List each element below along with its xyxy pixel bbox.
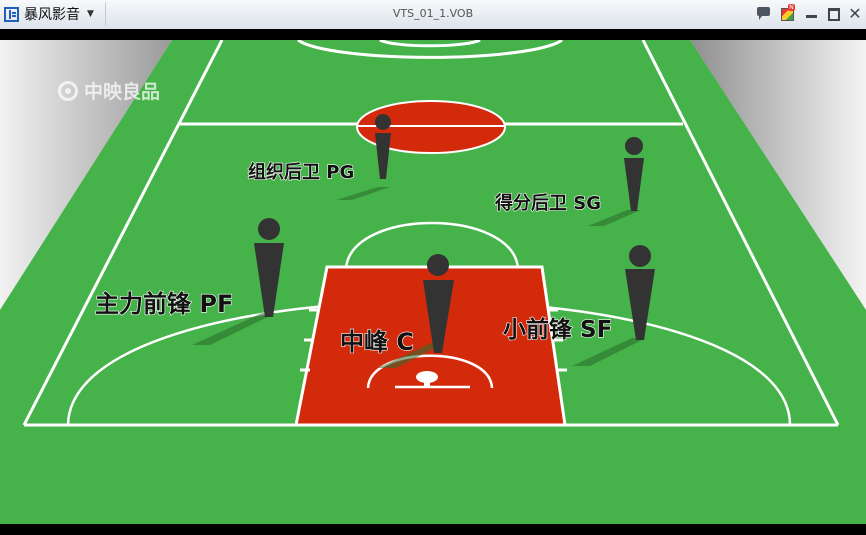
player-label-pg: 组织后卫 PG: [248, 161, 354, 183]
player-label-c: 中峰 C: [340, 328, 414, 356]
video-frame[interactable]: 组织后卫 PG 得分后卫 SG 主力前锋 PF 中峰 C 小前锋 SF 中映良品: [0, 40, 866, 524]
close-button[interactable]: ✕: [847, 6, 863, 22]
title-bar: 暴风影音 ▼ VTS_01_1.VOB N ✕: [0, 0, 866, 30]
player-label-sf: 小前锋 SF: [503, 316, 612, 343]
maximize-button[interactable]: [826, 6, 842, 22]
chat-icon[interactable]: [756, 6, 772, 22]
minimize-button[interactable]: [804, 6, 820, 22]
letterbox-top: [0, 29, 866, 40]
player-label-pf: 主力前锋 PF: [95, 290, 233, 318]
letterbox-bottom: [0, 524, 866, 535]
watermark-logo-icon: [58, 80, 78, 101]
watermark-text: 中映良品: [84, 81, 161, 103]
watermark: 中映良品: [58, 77, 160, 104]
file-title: VTS_01_1.VOB: [392, 7, 474, 20]
skin-icon[interactable]: N: [780, 4, 796, 22]
basketball-court: 组织后卫 PG 得分后卫 SG 主力前锋 PF 中峰 C 小前锋 SF: [0, 40, 866, 524]
player-label-sg: 得分后卫 SG: [494, 192, 601, 214]
